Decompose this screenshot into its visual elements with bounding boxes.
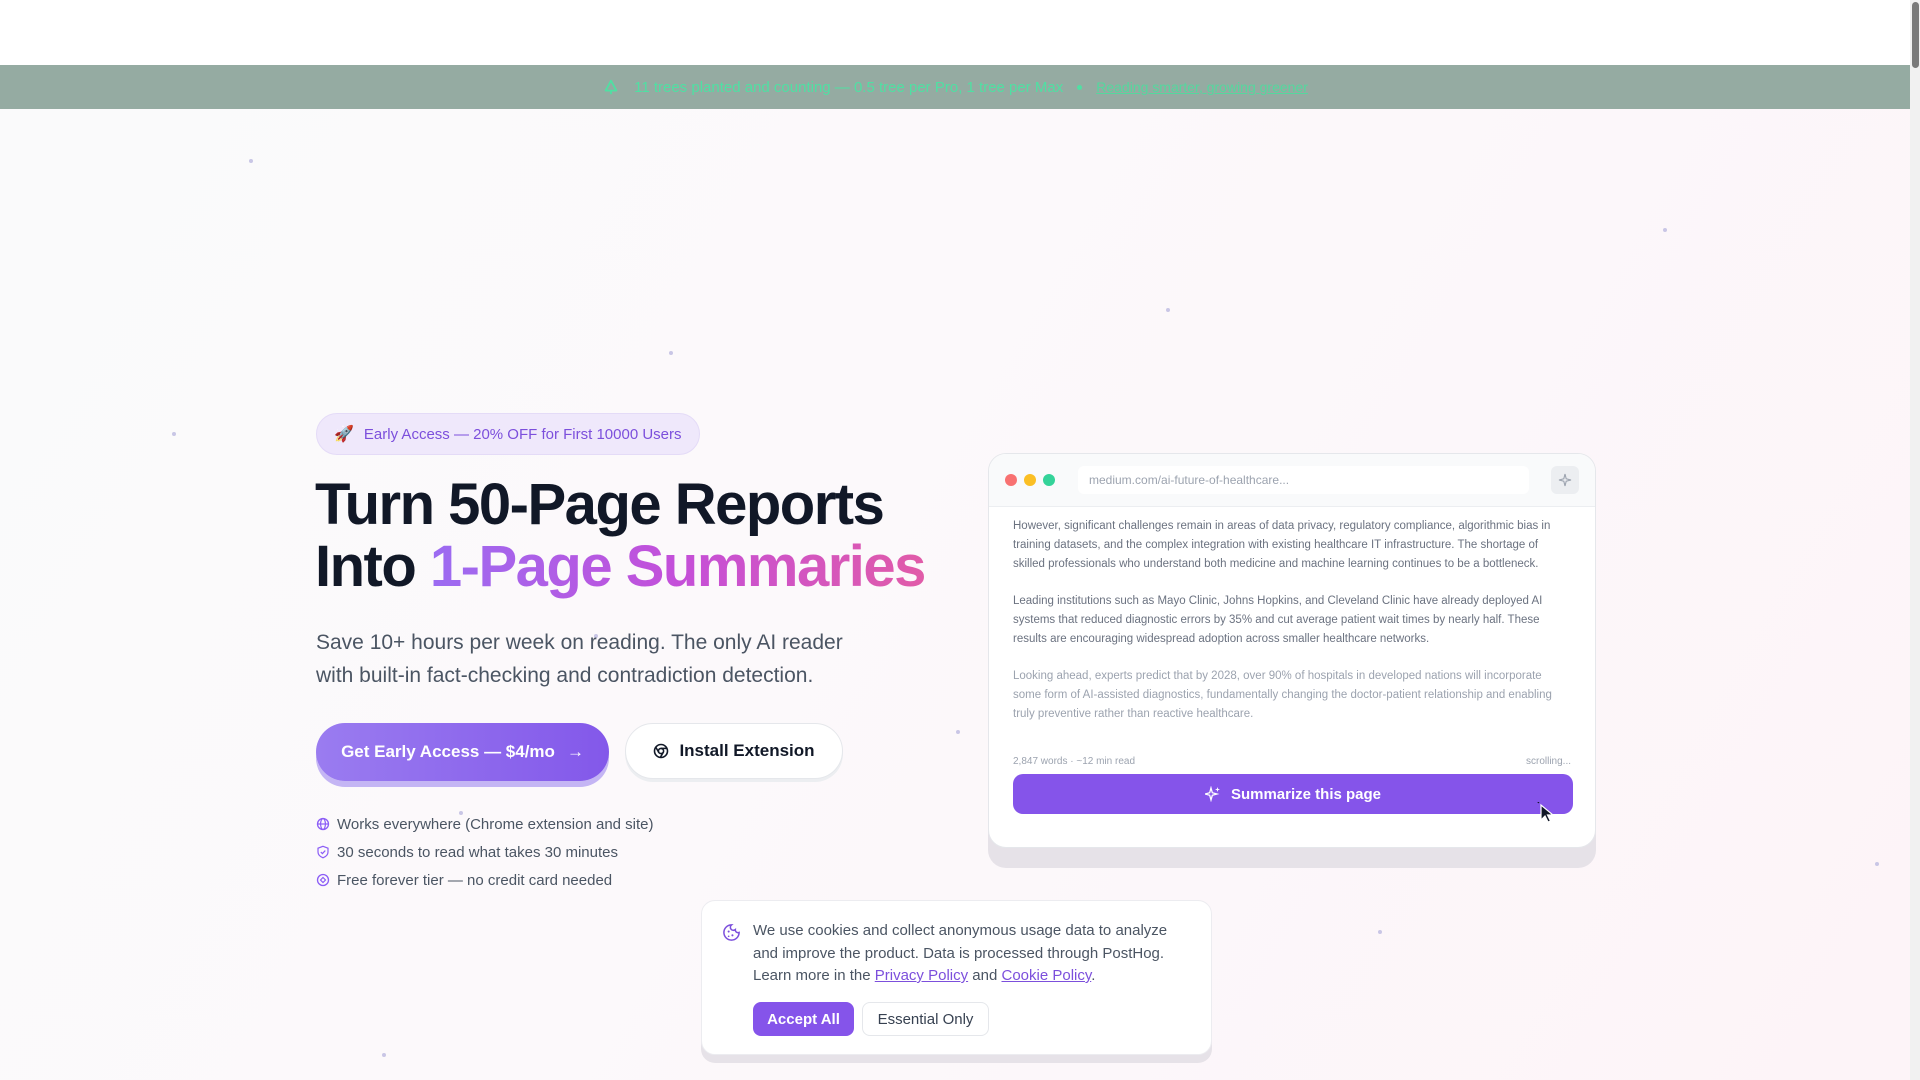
- page-viewport: 11 trees planted and counting — 0.5 tree…: [0, 0, 1910, 1080]
- article-paragraph: Leading institutions such as Mayo Clinic…: [1013, 595, 1543, 645]
- article-paragraph: However, significant challenges remain i…: [1013, 520, 1551, 570]
- hero-title-line1: Turn 50-Page Reports: [315, 472, 885, 537]
- gift-icon: [316, 873, 330, 887]
- scrollbar-thumb[interactable]: [1912, 2, 1919, 68]
- hero-subtitle: Save 10+ hours per week on reading. The …: [316, 631, 843, 687]
- mouse-cursor-icon: [1537, 802, 1555, 823]
- cookie-consent-banner: We use cookies and collect anonymous usa…: [701, 900, 1212, 1055]
- chrome-icon: [654, 743, 669, 759]
- feature-item: Works everywhere (Chrome extension and s…: [316, 810, 654, 838]
- background-particle: [382, 1053, 386, 1057]
- cookie-policy-link[interactable]: Cookie Policy: [1001, 967, 1091, 984]
- banner-link[interactable]: Reading smarter, growing greener: [1096, 79, 1308, 95]
- sparkle-icon: [1558, 473, 1572, 487]
- cookie-text: We use cookies and collect anonymous usa…: [753, 920, 1193, 988]
- maximize-dot-icon: [1043, 474, 1055, 486]
- cookie-text-and: and: [968, 967, 1002, 984]
- mockup-article: However, significant challenges remain i…: [989, 507, 1595, 759]
- get-early-access-label: Get Early Access — $4/mo: [341, 742, 555, 761]
- background-particle: [669, 351, 673, 355]
- background-particle: [172, 432, 176, 436]
- mockup-url-bar: medium.com/ai-future-of-healthcare...: [1078, 466, 1529, 494]
- scroll-status: scrolling...: [1525, 756, 1571, 767]
- cookie-icon: [723, 924, 740, 941]
- feature-item: 30 seconds to read what takes 30 minutes: [316, 838, 654, 866]
- shield-check-icon: [317, 845, 329, 859]
- word-count: 2,847 words · ~12 min read: [1013, 756, 1136, 767]
- early-access-badge: 🚀 Early Access — 20% OFF for First 10000…: [316, 413, 700, 455]
- feature-list: Works everywhere (Chrome extension and s…: [316, 810, 654, 894]
- essential-only-button[interactable]: Essential Only: [862, 1002, 989, 1036]
- top-navigation: [0, 0, 1910, 65]
- background-particle: [1378, 930, 1382, 934]
- globe-icon: [316, 817, 330, 831]
- tree-banner: 11 trees planted and counting — 0.5 tree…: [0, 65, 1910, 109]
- background-particle: [1663, 228, 1667, 232]
- summarize-page-button[interactable]: Summarize this page: [1013, 774, 1573, 814]
- privacy-policy-link[interactable]: Privacy Policy: [875, 967, 968, 984]
- mockup-meta: 2,847 words · ~12 min read scrolling...: [1013, 756, 1571, 767]
- article-paragraph: Looking ahead, experts predict that by 2…: [1013, 670, 1552, 720]
- rocket-icon: 🚀: [334, 426, 354, 443]
- feature-text: Free forever tier — no credit card neede…: [337, 871, 613, 889]
- tree-icon: [604, 79, 618, 95]
- install-extension-button[interactable]: Install Extension: [625, 723, 843, 779]
- accept-all-button[interactable]: Accept All: [753, 1002, 854, 1036]
- badge-text: Early Access — 20% OFF for First 10000 U…: [363, 425, 682, 443]
- hero-title-highlight: 1-Page Summaries: [429, 534, 927, 599]
- background-particle: [249, 159, 253, 163]
- mockup-extension-button: [1551, 466, 1579, 494]
- browser-mockup: medium.com/ai-future-of-healthcare... Ho…: [988, 453, 1596, 848]
- background-particle: [956, 730, 960, 734]
- summarize-label: Summarize this page: [1230, 785, 1382, 803]
- sparkles-icon: [1204, 786, 1220, 802]
- get-early-access-button[interactable]: Get Early Access — $4/mo →: [316, 723, 609, 781]
- install-extension-label: Install Extension: [679, 741, 815, 760]
- banner-text: 11 trees planted and counting — 0.5 tree…: [634, 78, 1064, 96]
- hero-title: Turn 50-Page Reports Into 1-Page Summari…: [315, 472, 927, 599]
- mockup-toolbar: medium.com/ai-future-of-healthcare...: [989, 454, 1595, 507]
- feature-text: Works everywhere (Chrome extension and s…: [337, 815, 654, 833]
- cookie-text-period: .: [1091, 967, 1096, 984]
- background-particle: [1875, 862, 1879, 866]
- scrollbar-track[interactable]: [1910, 0, 1920, 1080]
- close-dot-icon: [1005, 474, 1017, 486]
- hero-title-line2-plain: Into: [315, 534, 430, 599]
- feature-item: Free forever tier — no credit card neede…: [316, 866, 654, 894]
- background-particle: [1166, 308, 1170, 312]
- banner-separator: [1077, 84, 1083, 90]
- feature-text: 30 seconds to read what takes 30 minutes: [337, 843, 619, 861]
- minimize-dot-icon: [1024, 474, 1036, 486]
- arrow-right-icon: →: [566, 742, 584, 761]
